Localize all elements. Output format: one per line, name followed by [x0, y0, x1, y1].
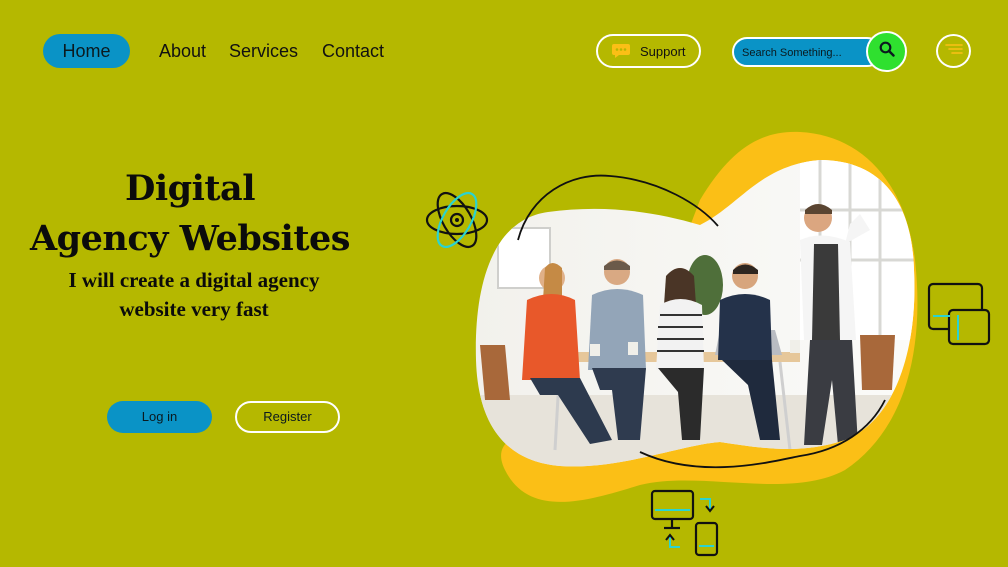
atom-icon [425, 191, 489, 249]
hero-subtitle-line1: I will create a digital agency [68, 268, 320, 292]
support-button[interactable]: Support [596, 34, 701, 68]
nav-home-button[interactable]: Home [43, 34, 130, 68]
support-label: Support [640, 43, 686, 59]
register-button[interactable]: Register [235, 401, 340, 433]
menu-button[interactable] [936, 34, 971, 68]
search-input[interactable] [742, 45, 862, 61]
nav-about-link[interactable]: About [159, 38, 206, 64]
nav-contact-link[interactable]: Contact [322, 38, 384, 64]
login-button[interactable]: Log in [107, 401, 212, 433]
search-icon [879, 41, 895, 62]
menu-icon [944, 42, 963, 60]
sync-devices-icon [650, 489, 719, 557]
hero-subtitle-line2: website very fast [119, 297, 269, 321]
hero-illustration [425, 131, 991, 557]
hero-subtitle: I will create a digital agency website v… [44, 266, 344, 324]
search-button[interactable] [866, 31, 907, 72]
hero-title: Digital Agency Websites [20, 164, 360, 264]
devices-icon [927, 282, 991, 346]
chat-icon [611, 43, 631, 59]
nav-services-link[interactable]: Services [229, 38, 298, 64]
team-meeting-photo [475, 160, 915, 467]
search-box [732, 37, 882, 67]
hero-title-line2: Agency Websites [29, 218, 351, 259]
hero-title-line1: Digital [124, 168, 256, 209]
